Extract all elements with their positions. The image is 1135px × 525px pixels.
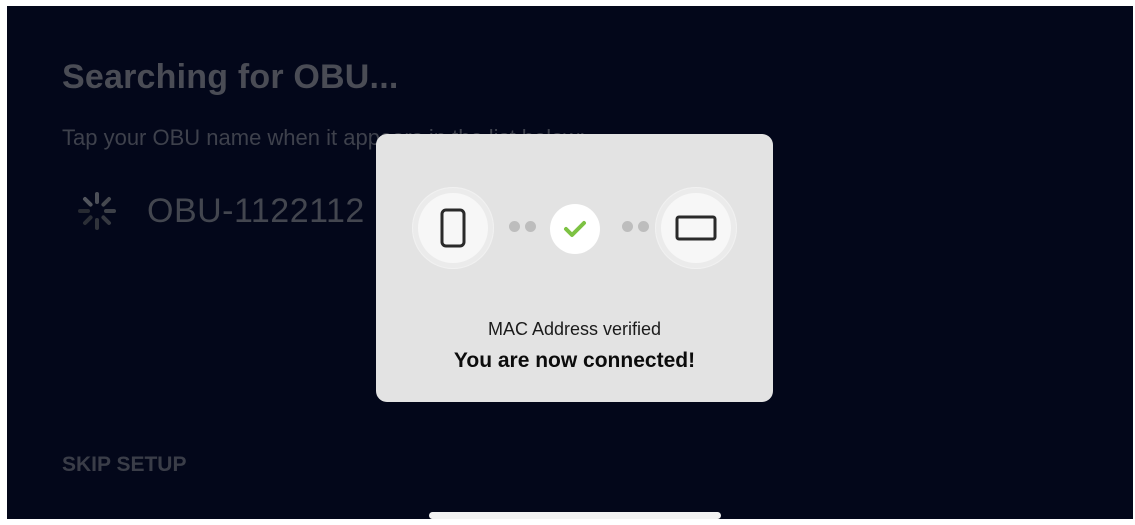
- checkmark-icon: [564, 221, 586, 237]
- device-list-item[interactable]: OBU-1122112: [77, 186, 365, 236]
- connection-dialog: MAC Address verified You are now connect…: [376, 134, 773, 402]
- connection-dots-icon: [622, 221, 649, 232]
- connected-message: You are now connected!: [453, 349, 696, 372]
- app-screen: Searching for OBU... Tap your OBU name w…: [7, 6, 1133, 519]
- connection-status-graphic: [412, 187, 737, 269]
- phone-icon: [440, 208, 466, 248]
- home-indicator[interactable]: [429, 512, 721, 519]
- tablet-circle: [655, 187, 737, 269]
- connection-dots-icon: [509, 221, 536, 232]
- phone-circle: [412, 187, 494, 269]
- checkmark-circle: [550, 204, 600, 254]
- loading-spinner-icon: [78, 192, 116, 230]
- mac-verified-text: MAC Address verified: [487, 319, 662, 339]
- tablet-icon: [675, 215, 717, 241]
- device-name: OBU-1122112: [147, 191, 365, 230]
- page-title: Searching for OBU...: [62, 58, 399, 96]
- skip-setup-button[interactable]: SKIP SETUP: [62, 453, 186, 477]
